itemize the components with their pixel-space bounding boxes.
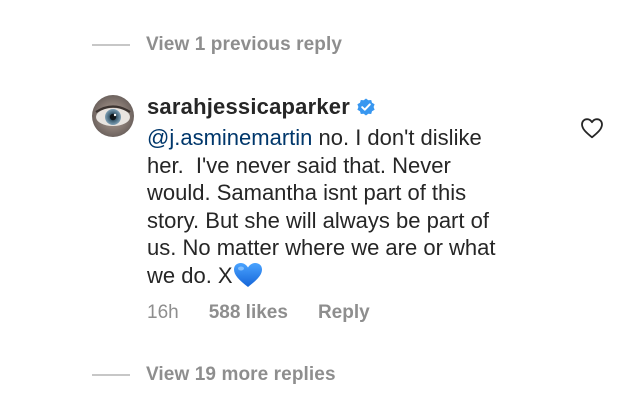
comment-line-4: story. But she will always be part of: [147, 207, 489, 233]
avatar[interactable]: [92, 95, 134, 137]
likes-count-button[interactable]: 588 likes: [209, 302, 288, 324]
mention-link[interactable]: @j.asminemartin: [147, 125, 312, 150]
thread-divider-line: [92, 374, 130, 376]
avatar-image: [92, 95, 134, 137]
comment-line-2: her. I've never said that. Never: [147, 152, 451, 178]
comment-timestamp: 16h: [147, 302, 179, 323]
comment-header: sarahjessicaparker: [147, 94, 376, 120]
comment-text: @j.asminemartin no. I don't dislike her.…: [147, 124, 567, 290]
comment-thread: View 1 previous reply sarahjessicaparker…: [0, 0, 640, 408]
thread-divider-line: [92, 44, 130, 46]
comment-meta: 16h 588 likes Reply: [147, 302, 370, 324]
view-more-replies-button[interactable]: View 19 more replies: [92, 364, 336, 386]
comment-line-3: would. Samantha isnt part of this: [147, 180, 467, 206]
verified-badge-icon: [356, 97, 376, 117]
reply-button[interactable]: Reply: [318, 302, 370, 324]
view-previous-replies-button[interactable]: View 1 previous reply: [92, 34, 342, 56]
username-link[interactable]: sarahjessicaparker: [147, 94, 350, 120]
comment-line-5: us. No matter where we are or what: [147, 235, 496, 261]
view-previous-replies-label: View 1 previous reply: [146, 34, 343, 55]
comment-line-1: @j.asminemartin no. I don't dislike: [147, 125, 482, 150]
blue-heart-emoji: [233, 262, 263, 288]
heart-outline-icon[interactable]: [580, 117, 604, 139]
comment-line-6: we do. X: [147, 262, 567, 290]
view-more-replies-label: View 19 more replies: [146, 364, 336, 385]
